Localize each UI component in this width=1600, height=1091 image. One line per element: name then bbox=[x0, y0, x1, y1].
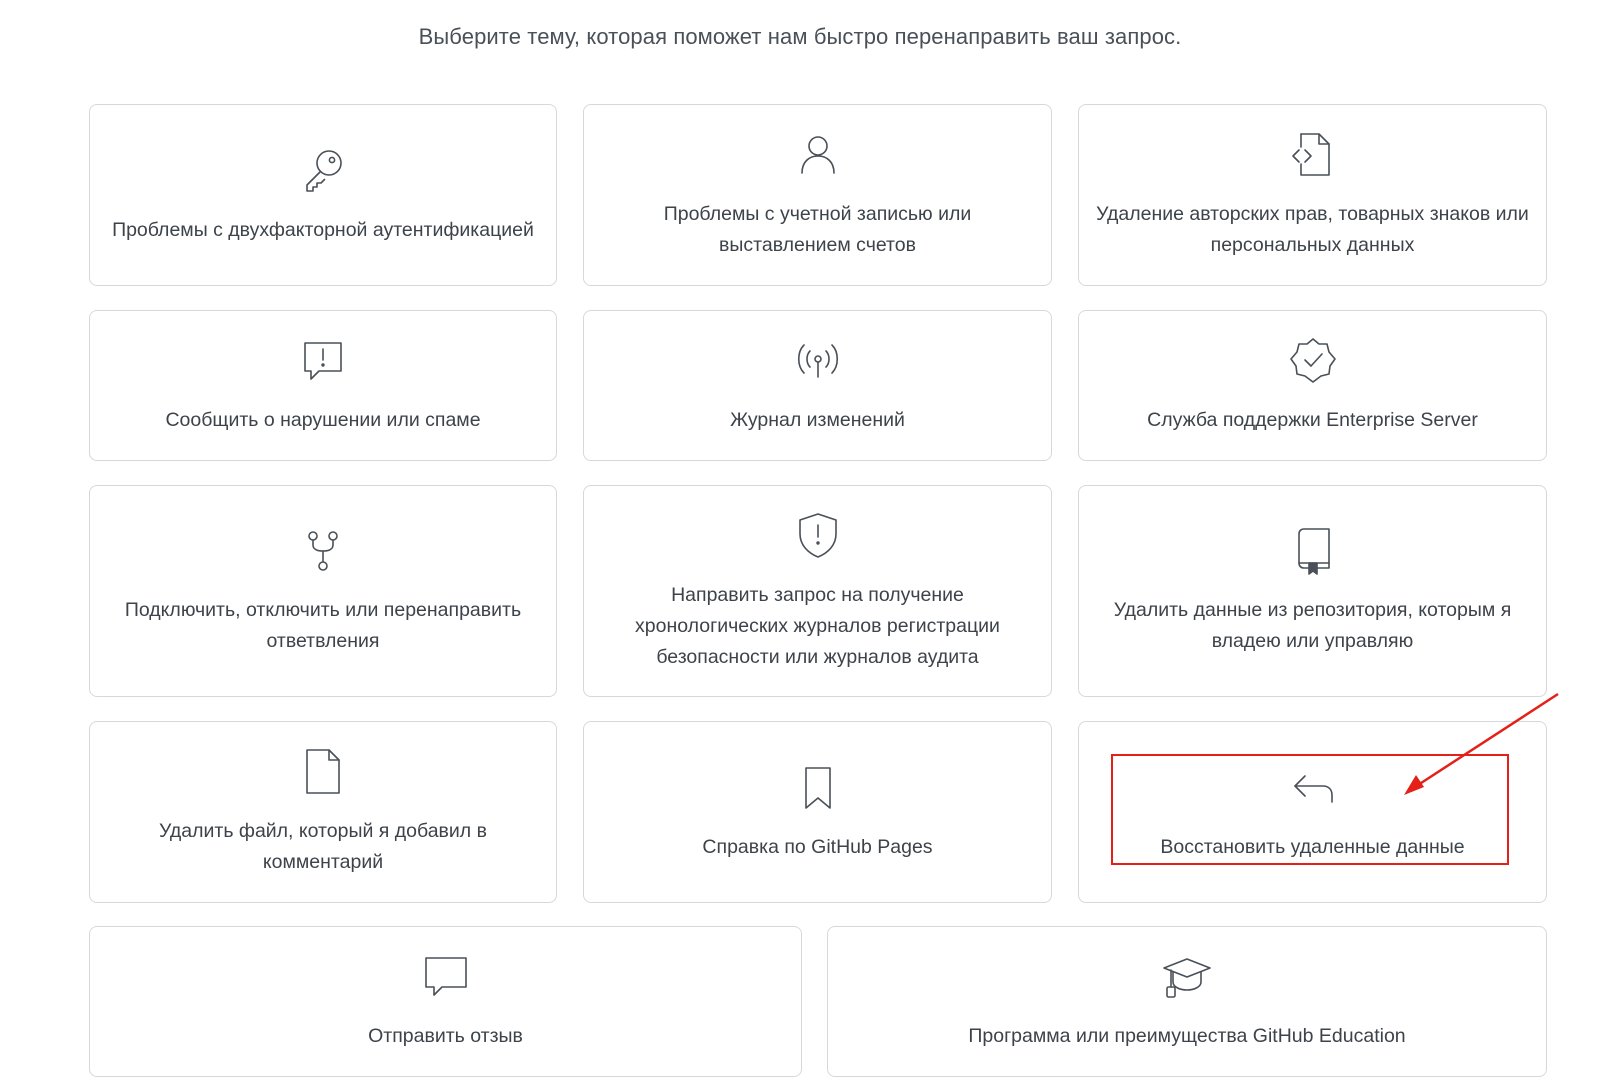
intro-text: Выберите тему, которая поможет нам быстр… bbox=[418, 24, 1182, 49]
topic-card-label: Программа или преимущества GitHub Educat… bbox=[968, 1025, 1406, 1047]
reply-icon bbox=[1287, 762, 1339, 814]
topic-card-label: Проблемы с двухфакторной аутентификацией bbox=[112, 218, 534, 241]
file-code-icon bbox=[1287, 129, 1339, 181]
file-icon bbox=[297, 746, 349, 798]
key-icon bbox=[297, 145, 349, 197]
topic-card-label: Удалить данные из репозитория, которым я… bbox=[1113, 599, 1512, 652]
topic-card-label: Справка по GitHub Pages bbox=[702, 835, 933, 858]
topic-card-changelog[interactable]: Журнал изменений bbox=[583, 310, 1052, 461]
repo-forked-icon bbox=[297, 525, 349, 577]
topic-card-enterprise-server[interactable]: Служба поддержки Enterprise Server bbox=[1078, 310, 1547, 461]
topic-card-remove-attachment[interactable]: Удалить файл, который я добавил в коммен… bbox=[89, 721, 557, 903]
verified-icon bbox=[1287, 335, 1339, 387]
topic-card-two-factor[interactable]: Проблемы с двухфакторной аутентификацией bbox=[89, 104, 557, 286]
topic-card-forks[interactable]: Подключить, отключить или перенаправить … bbox=[89, 485, 557, 697]
comment-icon bbox=[420, 951, 472, 1003]
topic-card-label: Удаление авторских прав, товарных знаков… bbox=[1096, 203, 1529, 256]
bookmark-icon bbox=[792, 762, 844, 814]
mortar-board-icon bbox=[1161, 951, 1213, 1003]
topic-card-label: Удалить файл, который я добавил в коммен… bbox=[159, 820, 487, 873]
topic-card-github-pages[interactable]: Справка по GitHub Pages bbox=[583, 721, 1052, 903]
topic-card-restore-deleted[interactable]: Восстановить удаленные данные bbox=[1078, 721, 1547, 903]
topic-card-report-abuse[interactable]: Сообщить о нарушении или спаме bbox=[89, 310, 557, 461]
topic-card-label: Проблемы с учетной записью или выставлен… bbox=[663, 203, 972, 256]
topic-card-label: Служба поддержки Enterprise Server bbox=[1147, 409, 1478, 431]
topic-card-label: Восстановить удаленные данные bbox=[1160, 835, 1465, 858]
report-icon bbox=[297, 335, 349, 387]
topic-card-audit-logs[interactable]: Направить запрос на получение хронологич… bbox=[583, 485, 1052, 697]
topic-card-remove-repo-data[interactable]: Удалить данные из репозитория, которым я… bbox=[1078, 485, 1547, 697]
shield-icon bbox=[792, 510, 844, 562]
topic-card-copyright-removal[interactable]: Удаление авторских прав, товарных знаков… bbox=[1078, 104, 1547, 286]
topic-card-label: Отправить отзыв bbox=[368, 1025, 523, 1047]
topic-card-account-billing[interactable]: Проблемы с учетной записью или выставлен… bbox=[583, 104, 1052, 286]
repo-icon bbox=[1287, 525, 1339, 577]
topic-card-send-feedback[interactable]: Отправить отзыв bbox=[89, 926, 802, 1077]
topic-card-label: Направить запрос на получение хронологич… bbox=[635, 583, 1000, 668]
topic-card-github-education[interactable]: Программа или преимущества GitHub Educat… bbox=[827, 926, 1547, 1077]
broadcast-icon bbox=[792, 335, 844, 387]
person-icon bbox=[792, 129, 844, 181]
topic-card-label: Подключить, отключить или перенаправить … bbox=[124, 599, 522, 652]
topic-card-label: Журнал изменений bbox=[730, 409, 905, 431]
topic-card-label: Сообщить о нарушении или спаме bbox=[165, 409, 481, 431]
